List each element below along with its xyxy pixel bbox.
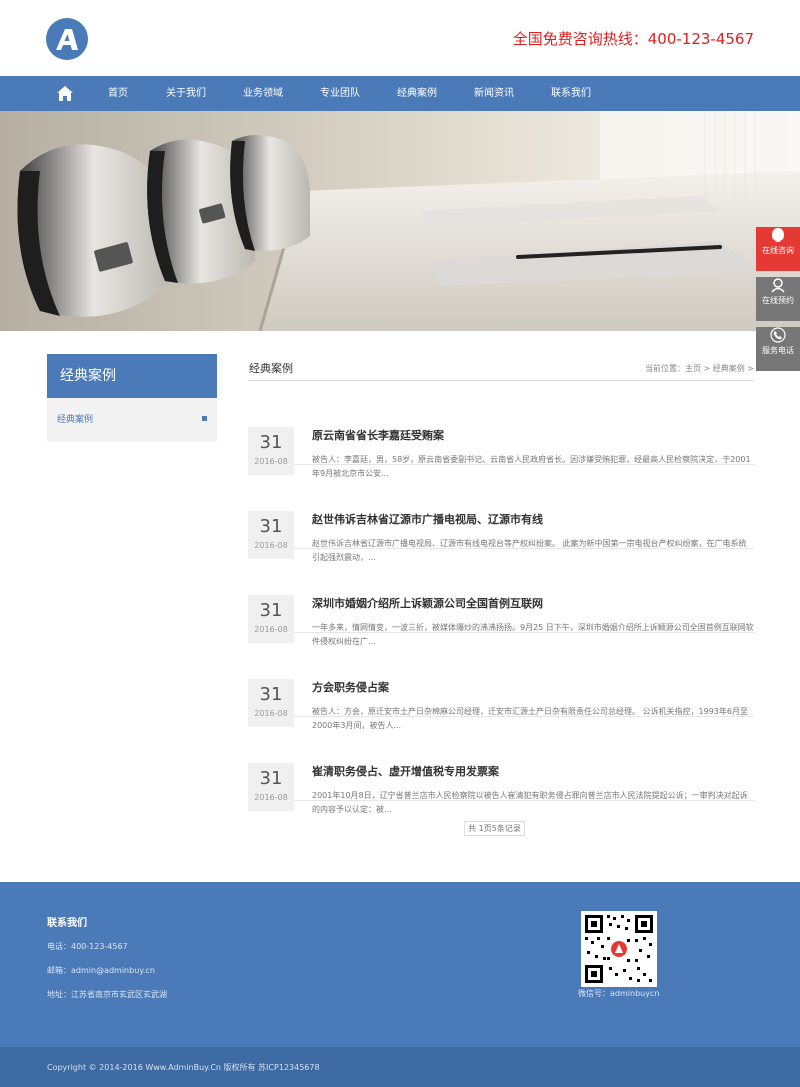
main-content: 经典案例 当前位置：主页 > 经典案例 > 31 2016-08 原云南省省长李… bbox=[248, 354, 754, 814]
article-title[interactable]: 赵世伟诉吉林省辽源市广播电视局、辽源市有线 bbox=[312, 511, 543, 527]
footer-email[interactable]: 邮箱：admin@adminbuy.cn bbox=[47, 965, 155, 976]
service-phone-button[interactable]: 服务电话 bbox=[756, 327, 800, 371]
date-day: 31 bbox=[259, 432, 283, 453]
online-booking-button[interactable]: 在线预约 bbox=[756, 277, 800, 321]
list-item[interactable]: 31 2016-08 崔清职务侵占、虚开增值税专用发票案 2001年10月8日，… bbox=[248, 717, 754, 814]
site-header: 全国免费咨询热线：400-123-4567 bbox=[0, 0, 800, 76]
date-day: 31 bbox=[259, 768, 283, 789]
copyright-text: Copyright © 2014-2016 Www.AdminBuy.Cn 版权… bbox=[47, 1063, 320, 1072]
date-day: 31 bbox=[259, 684, 283, 705]
article-title[interactable]: 深圳市婚姻介绍所上诉颖源公司全国首例互联网 bbox=[312, 595, 543, 611]
list-item[interactable]: 31 2016-08 赵世伟诉吉林省辽源市广播电视局、辽源市有线 赵世伟诉吉林省… bbox=[248, 465, 754, 562]
site-footer: 联系我们 电话：400-123-4567 邮箱：admin@adminbuy.c… bbox=[0, 882, 800, 1047]
nav-item-team[interactable]: 专业团队 bbox=[320, 76, 360, 111]
chat-bubble-icon bbox=[772, 228, 784, 242]
nav-item-cases[interactable]: 经典案例 bbox=[397, 76, 437, 111]
main-nav: 首页 关于我们 业务领域 专业团队 经典案例 新闻资讯 联系我们 bbox=[0, 76, 800, 111]
sidebar: 经典案例 经典案例 bbox=[47, 354, 217, 442]
user-headset-icon bbox=[771, 278, 785, 293]
sidebar-item-label: 经典案例 bbox=[57, 415, 94, 425]
service-phone-label: 服务电话 bbox=[762, 346, 794, 355]
sidebar-list: 经典案例 bbox=[47, 398, 217, 442]
nav-item-business[interactable]: 业务领域 bbox=[243, 76, 283, 111]
nav-item-news[interactable]: 新闻资讯 bbox=[474, 76, 514, 111]
footer-phone: 电话：400-123-4567 bbox=[47, 942, 128, 951]
home-icon[interactable] bbox=[56, 85, 74, 102]
copyright-bar: Copyright © 2014-2016 Www.AdminBuy.Cn 版权… bbox=[0, 1047, 800, 1087]
article-summary: 2001年10月8日，辽宁省普兰店市人民检察院以被告人崔清犯有职务侵占罪向普兰店… bbox=[312, 791, 748, 814]
date-box: 31 2016-08 bbox=[248, 763, 294, 811]
list-item[interactable]: 31 2016-08 原云南省省长李嘉廷受贿案 被告人：李嘉廷，男，58岁，原云… bbox=[248, 381, 754, 478]
wechat-id: 微信号：adminbuycn bbox=[578, 989, 660, 998]
online-consult-button[interactable]: 在线咨询 bbox=[756, 227, 800, 271]
hotline-text: 全国免费咨询热线：400-123-4567 bbox=[512, 30, 754, 48]
qr-code-icon bbox=[581, 911, 657, 987]
date-year-month: 2016-08 bbox=[254, 793, 288, 802]
sidebar-item-classic-cases[interactable]: 经典案例 bbox=[57, 398, 207, 442]
pagination-info: 共 1页5条记录 bbox=[464, 821, 525, 836]
footer-heading: 联系我们 bbox=[47, 918, 87, 929]
list-item[interactable]: 31 2016-08 深圳市婚姻介绍所上诉颖源公司全国首例互联网 一年多来，情网… bbox=[248, 549, 754, 646]
date-day: 31 bbox=[259, 600, 283, 621]
floating-side-tools: 在线咨询 在线预约 服务电话 bbox=[756, 221, 800, 373]
banner-image bbox=[0, 111, 800, 331]
date-day: 31 bbox=[259, 516, 283, 537]
section-header: 经典案例 当前位置：主页 > 经典案例 > bbox=[248, 354, 754, 381]
square-bullet-icon bbox=[202, 416, 207, 421]
online-booking-label: 在线预约 bbox=[762, 296, 794, 305]
phone-icon bbox=[770, 327, 786, 343]
nav-item-contact[interactable]: 联系我们 bbox=[551, 76, 591, 111]
letter-a-logo-icon[interactable] bbox=[46, 18, 88, 60]
sidebar-title: 经典案例 bbox=[47, 354, 217, 398]
list-item[interactable]: 31 2016-08 方会职务侵占案 被告人：方会，原迁安市土产日杂棉麻公司经理… bbox=[248, 633, 754, 730]
breadcrumb[interactable]: 当前位置：主页 > 经典案例 > bbox=[645, 363, 754, 374]
article-title[interactable]: 方会职务侵占案 bbox=[312, 679, 389, 695]
section-title: 经典案例 bbox=[249, 362, 293, 375]
nav-item-about[interactable]: 关于我们 bbox=[166, 76, 206, 111]
article-title[interactable]: 原云南省省长李嘉廷受贿案 bbox=[312, 427, 444, 443]
online-consult-label: 在线咨询 bbox=[762, 246, 794, 255]
article-title[interactable]: 崔清职务侵占、虚开增值税专用发票案 bbox=[312, 763, 499, 779]
footer-address: 地址：江苏省南京市玄武区玄武湖 bbox=[47, 990, 167, 999]
nav-item-home[interactable]: 首页 bbox=[108, 76, 128, 111]
